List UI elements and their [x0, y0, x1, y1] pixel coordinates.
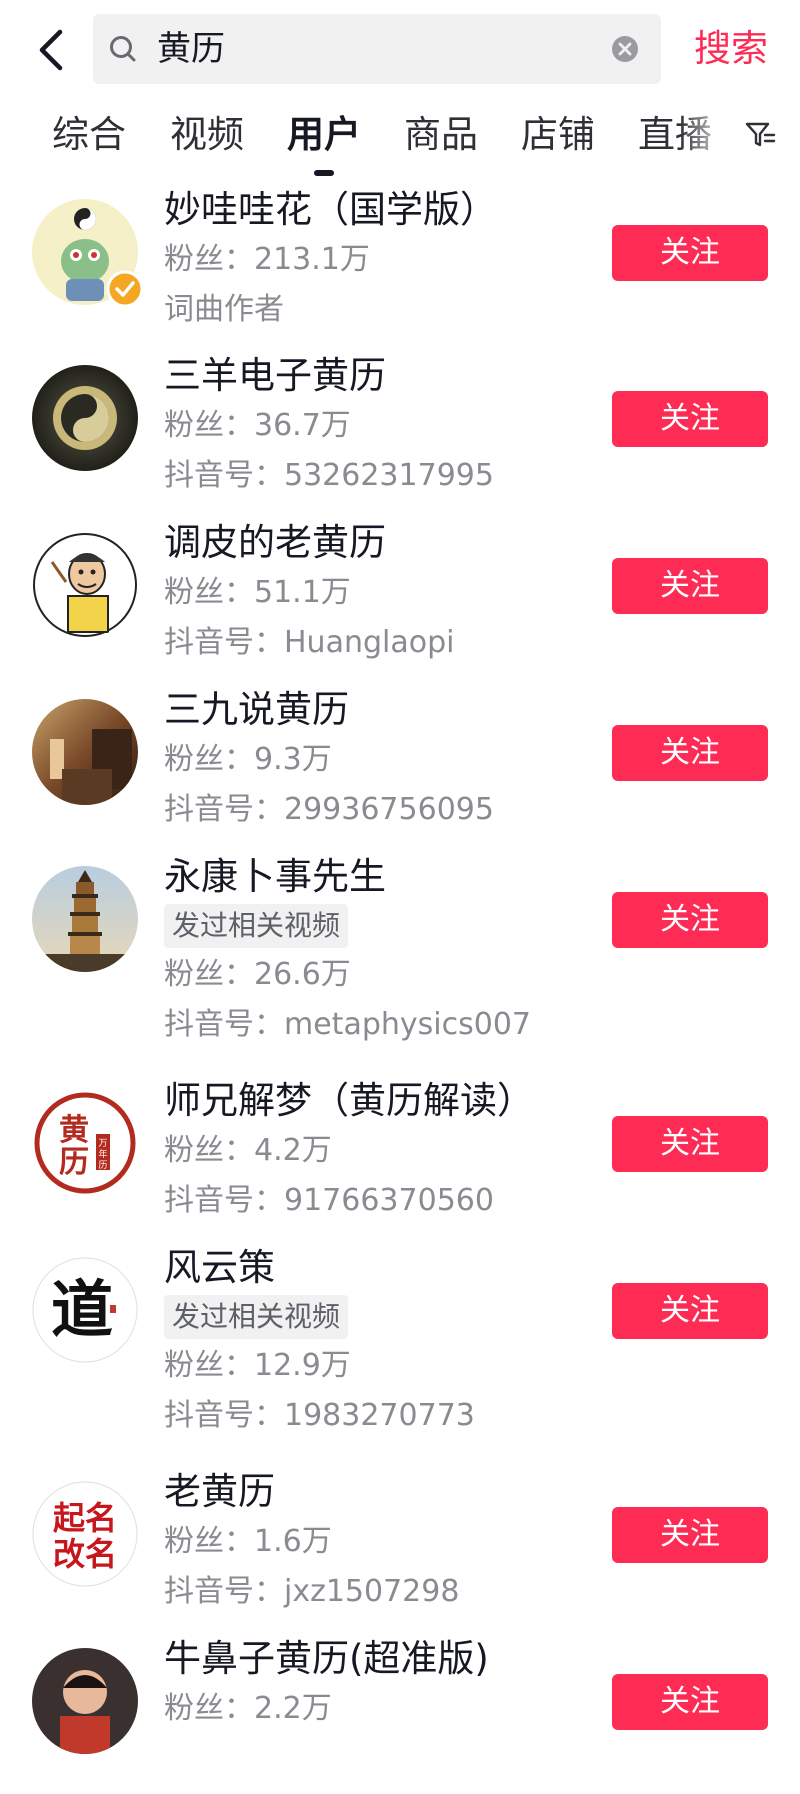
- avatar[interactable]: 道: [32, 1257, 138, 1363]
- svg-text:历: 历: [98, 1160, 107, 1171]
- douyin-id: 抖音号：1983270773: [164, 1398, 475, 1433]
- chevron-left-icon: [39, 29, 63, 71]
- user-info: 永康卜事先生 发过相关视频 粉丝：26.6万 抖音号：metaphysics00…: [164, 852, 604, 1050]
- user-description: 词曲作者: [164, 292, 284, 327]
- avatar[interactable]: [32, 532, 138, 638]
- active-tab-indicator: [314, 170, 334, 176]
- avatar-cartoon-old-man-icon: [32, 532, 138, 638]
- follow-button[interactable]: 关注: [612, 1674, 768, 1730]
- avatar-calligraphy-icon: 道: [32, 1257, 138, 1363]
- avatar-almanac-seal-icon: 黄 历 万 年 历: [33, 1091, 137, 1195]
- avatar-taiji-coin-icon: [32, 365, 138, 471]
- follower-count: 粉丝：4.2万: [164, 1133, 332, 1168]
- douyin-id: 抖音号：91766370560: [164, 1183, 494, 1218]
- avatar-naming-logo-icon: 起名 改名: [32, 1481, 138, 1587]
- follower-count: 粉丝：12.9万: [164, 1348, 351, 1383]
- follow-button[interactable]: 关注: [612, 391, 768, 447]
- follow-button[interactable]: 关注: [612, 1507, 768, 1563]
- user-name[interactable]: 风云策: [164, 1243, 604, 1293]
- follower-count: 粉丝：2.2万: [164, 1691, 332, 1726]
- follower-count: 粉丝：26.6万: [164, 957, 351, 992]
- search-icon: [110, 36, 136, 62]
- tab-users[interactable]: 用户: [287, 100, 361, 170]
- user-name[interactable]: 师兄解梦（黄历解读）: [164, 1076, 604, 1126]
- user-row[interactable]: 永康卜事先生 发过相关视频 粉丝：26.6万 抖音号：metaphysics00…: [0, 852, 800, 1076]
- avatar-child-photo-icon: [32, 1648, 138, 1754]
- follower-count: 粉丝：9.3万: [164, 742, 332, 777]
- follower-count: 粉丝：213.1万: [164, 242, 370, 277]
- tabs-fade-overlay: [680, 100, 740, 176]
- user-name[interactable]: 永康卜事先生: [164, 852, 604, 902]
- tab-products[interactable]: 商品: [404, 100, 478, 170]
- follow-button[interactable]: 关注: [612, 225, 768, 281]
- tab-video[interactable]: 视频: [170, 100, 244, 170]
- user-results-list: 妙哇哇花（国学版） 粉丝：213.1万 词曲作者 关注 三羊电子黄历 粉丝：36…: [0, 185, 800, 1794]
- follow-button[interactable]: 关注: [612, 892, 768, 948]
- user-info: 三羊电子黄历 粉丝：36.7万 抖音号：53262317995: [164, 351, 604, 501]
- svg-text:万: 万: [98, 1139, 107, 1149]
- follower-count: 粉丝：36.7万: [164, 408, 351, 443]
- douyin-id: 抖音号：Huanglaopi: [164, 625, 455, 660]
- user-name[interactable]: 牛鼻子黄历(超准版): [164, 1634, 604, 1684]
- user-row[interactable]: 道 风云策 发过相关视频 粉丝：12.9万 抖音号：1983270773 关注: [0, 1243, 800, 1467]
- user-info: 调皮的老黄历 粉丝：51.1万 抖音号：Huanglaopi: [164, 518, 604, 668]
- search-input[interactable]: 黄历: [93, 14, 661, 84]
- follow-button[interactable]: 关注: [612, 558, 768, 614]
- related-video-tag: 发过相关视频: [164, 904, 349, 948]
- avatar-pagoda-photo-icon: [32, 866, 138, 972]
- user-row[interactable]: 黄 历 万 年 历 师兄解梦（黄历解读） 粉丝：4.2万 抖音号：9176637…: [0, 1076, 800, 1243]
- user-name[interactable]: 三九说黄历: [164, 685, 604, 735]
- douyin-id: 抖音号：jxz1507298: [164, 1574, 460, 1609]
- user-info: 老黄历 粉丝：1.6万 抖音号：jxz1507298: [164, 1467, 604, 1617]
- douyin-id: 抖音号：29936756095: [164, 792, 494, 827]
- search-query-text: 黄历: [157, 29, 225, 69]
- avatar-photo-interior-icon: [32, 699, 138, 805]
- user-info: 三九说黄历 粉丝：9.3万 抖音号：29936756095: [164, 685, 604, 835]
- user-row[interactable]: 调皮的老黄历 粉丝：51.1万 抖音号：Huanglaopi 关注: [0, 518, 800, 685]
- related-video-tag: 发过相关视频: [164, 1295, 349, 1339]
- filter-icon[interactable]: [744, 118, 776, 150]
- user-row[interactable]: 三九说黄历 粉丝：9.3万 抖音号：29936756095 关注: [0, 685, 800, 852]
- avatar-logo-text-1: 起名: [53, 1500, 117, 1536]
- user-name[interactable]: 三羊电子黄历: [164, 351, 604, 401]
- search-header: 黄历 搜索: [0, 0, 800, 96]
- user-info: 风云策 发过相关视频 粉丝：12.9万 抖音号：1983270773: [164, 1243, 604, 1441]
- tab-shops[interactable]: 店铺: [521, 100, 595, 170]
- tab-all[interactable]: 综合: [52, 100, 126, 170]
- douyin-id: 抖音号：metaphysics007: [164, 1007, 531, 1042]
- user-row[interactable]: 三羊电子黄历 粉丝：36.7万 抖音号：53262317995 关注: [0, 351, 800, 518]
- avatar[interactable]: [32, 365, 138, 471]
- avatar[interactable]: [32, 699, 138, 805]
- avatar-logo-text-1: 黄: [59, 1114, 89, 1147]
- category-tabs: 综合 视频 用户 商品 店铺 直播: [0, 100, 800, 180]
- back-button[interactable]: [30, 20, 74, 80]
- user-info: 师兄解梦（黄历解读） 粉丝：4.2万 抖音号：91766370560: [164, 1076, 604, 1226]
- douyin-id: 抖音号：53262317995: [164, 458, 494, 493]
- user-name[interactable]: 妙哇哇花（国学版）: [164, 185, 604, 235]
- avatar-calligraphy-text: 道: [51, 1276, 113, 1345]
- verified-badge-icon: [106, 270, 144, 308]
- avatar-logo-text-2: 历: [59, 1146, 89, 1179]
- follow-button[interactable]: 关注: [612, 1283, 768, 1339]
- user-row[interactable]: 妙哇哇花（国学版） 粉丝：213.1万 词曲作者 关注: [0, 185, 800, 351]
- avatar[interactable]: 起名 改名: [32, 1481, 138, 1587]
- user-info: 妙哇哇花（国学版） 粉丝：213.1万 词曲作者: [164, 185, 604, 335]
- user-row[interactable]: 起名 改名 老黄历 粉丝：1.6万 抖音号：jxz1507298 关注: [0, 1467, 800, 1634]
- avatar[interactable]: 黄 历 万 年 历: [32, 1090, 138, 1196]
- follow-button[interactable]: 关注: [612, 725, 768, 781]
- user-info: 牛鼻子黄历(超准版) 粉丝：2.2万: [164, 1634, 604, 1734]
- follower-count: 粉丝：51.1万: [164, 575, 351, 610]
- follow-button[interactable]: 关注: [612, 1116, 768, 1172]
- avatar-logo-text-2: 改名: [53, 1536, 117, 1572]
- clear-icon[interactable]: [611, 35, 639, 63]
- search-button[interactable]: 搜索: [694, 14, 768, 84]
- follower-count: 粉丝：1.6万: [164, 1524, 332, 1559]
- avatar[interactable]: [32, 1648, 138, 1754]
- avatar[interactable]: [32, 866, 138, 972]
- user-name[interactable]: 调皮的老黄历: [164, 518, 604, 568]
- user-name[interactable]: 老黄历: [164, 1467, 604, 1517]
- svg-text:年: 年: [98, 1148, 107, 1160]
- user-row[interactable]: 牛鼻子黄历(超准版) 粉丝：2.2万 关注: [0, 1634, 800, 1794]
